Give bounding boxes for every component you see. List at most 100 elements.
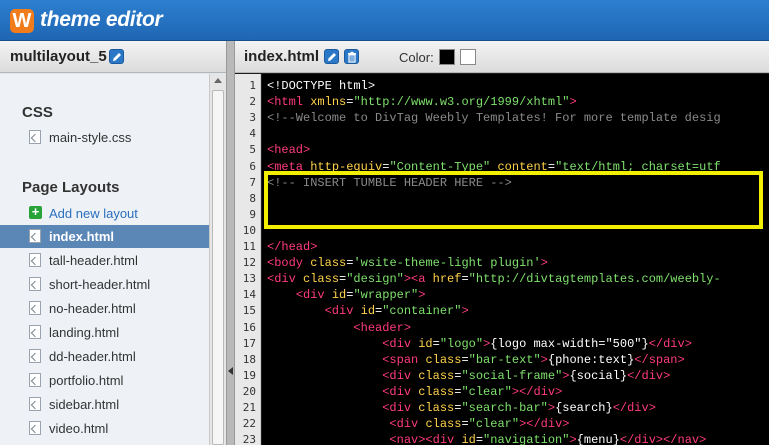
layout-file-item[interactable]: video.html (0, 417, 209, 440)
code-token: "http://divtagtemplates.com/weebly- (468, 272, 721, 287)
scroll-up-arrow-icon[interactable] (214, 78, 222, 83)
code-token: ></div> (511, 384, 563, 399)
file-icon (29, 373, 41, 387)
code-token: <div (382, 336, 419, 351)
code-token: "http://www.w3.org/1999/xhtml" (353, 95, 570, 110)
line-number: 12 (242, 256, 256, 270)
code-editor[interactable]: <!DOCTYPE html> <html xmlns="http://www.w… (262, 74, 769, 445)
line-number: 15 (242, 304, 256, 318)
line-number: 20 (242, 384, 256, 398)
color-label: Color: (399, 50, 434, 65)
code-line[interactable]: </head> (267, 239, 317, 255)
layout-file-item[interactable]: dd-header.html (0, 345, 209, 368)
code-line[interactable]: <html xmlns="http://www.w3.org/1999/xhtm… (267, 94, 577, 110)
pencil-icon (113, 53, 121, 61)
code-token: class (425, 352, 462, 367)
code-line[interactable]: <head> (267, 142, 310, 158)
code-line[interactable]: <div class="clear"></div> (267, 416, 569, 432)
code-line[interactable]: <div id="container"> (267, 303, 469, 319)
code-line[interactable]: <div id="wrapper"> (267, 287, 426, 303)
weebly-logo-icon: W (10, 9, 34, 33)
layout-file-item[interactable]: index.html (0, 225, 209, 248)
code-line[interactable]: <span class="bar-text">{phone:text}</spa… (267, 352, 685, 368)
code-token: > (569, 433, 577, 445)
line-number: 7 (249, 175, 256, 189)
css-section-title: CSS (22, 104, 53, 121)
code-token: <div (382, 384, 419, 399)
file-label: tall-header.html (49, 253, 138, 268)
line-number: 2 (249, 95, 256, 109)
editor-header: index.html Color: (235, 41, 769, 73)
code-token: "design" (346, 272, 404, 287)
layout-file-item[interactable]: short-header.html (0, 273, 209, 296)
code-token: </div></nav> (619, 433, 707, 445)
add-new-layout-link[interactable]: + Add new layout (0, 202, 209, 225)
code-token: "container" (382, 304, 462, 319)
code-token: > (569, 95, 577, 110)
css-file-item[interactable]: main-style.css (0, 126, 209, 149)
file-icon (29, 325, 41, 339)
code-token: id (461, 433, 476, 445)
code-token: </div> (648, 336, 692, 351)
code-token: class (310, 256, 347, 271)
code-token: {search} (555, 401, 613, 415)
code-token: 'wsite-theme-light plugin' (353, 256, 541, 271)
edit-project-name-button[interactable] (109, 49, 124, 64)
scrollbar-thumb[interactable] (212, 90, 224, 445)
code-line[interactable]: <body class='wsite-theme-light plugin'> (267, 255, 548, 271)
rename-file-button[interactable] (324, 49, 339, 64)
layout-file-item[interactable]: landing.html (0, 321, 209, 344)
code-token: {logo max-width="500"} (490, 336, 649, 351)
code-line[interactable]: <div class="search-bar">{search}</div> (267, 400, 656, 416)
code-token: > (547, 401, 556, 415)
line-number: 23 (242, 433, 256, 445)
code-token: "wrapper" (353, 288, 419, 303)
code-token: </div> (612, 401, 656, 415)
white-color-swatch[interactable] (460, 49, 476, 65)
file-label: no-header.html (49, 301, 136, 316)
code-token: = (461, 272, 469, 287)
layout-file-item[interactable]: sidebar.html (0, 393, 209, 416)
file-icon (29, 130, 41, 144)
layout-file-item[interactable]: no-header.html (0, 297, 209, 320)
sidebar-header: multilayout_5 (0, 41, 226, 73)
panel-splitter[interactable] (226, 41, 235, 445)
code-line[interactable]: <div class="design"><a href="http://divt… (267, 271, 721, 287)
code-token: > (418, 288, 426, 303)
layout-file-item[interactable]: portfolio.html (0, 369, 209, 392)
layout-file-item[interactable]: tall-header.html (0, 249, 209, 272)
code-token: "clear" (468, 417, 520, 432)
code-token: <nav><div (389, 433, 462, 445)
line-number: 13 (242, 272, 256, 286)
code-line[interactable]: <div class="clear"></div> (267, 384, 562, 400)
current-file-title: index.html (244, 48, 320, 65)
sidebar-scrollbar[interactable] (209, 74, 226, 445)
code-line[interactable]: <header> (267, 320, 411, 336)
code-token: <div (382, 401, 419, 415)
code-token: <div (324, 304, 361, 319)
code-line[interactable]: <div id="logo">{logo max-width="500"}</d… (267, 336, 692, 352)
code-token: href (432, 272, 462, 287)
code-token: <body (267, 256, 311, 271)
line-number: 4 (249, 127, 256, 141)
code-line[interactable]: <!--Welcome to DivTag Weebly Templates! … (267, 110, 721, 126)
code-line[interactable]: <div class="social-frame">{social}</div> (267, 368, 670, 384)
delete-file-button[interactable] (344, 49, 359, 64)
line-number: 11 (242, 240, 256, 253)
code-line[interactable]: <!DOCTYPE html> (267, 78, 375, 94)
code-token: > (461, 304, 469, 319)
code-token: <span (382, 352, 426, 367)
code-line[interactable]: <nav><div id="navigation">{menu}</div></… (267, 432, 706, 445)
code-token: id (331, 288, 347, 303)
line-number: 17 (242, 336, 256, 350)
code-token: = (475, 433, 484, 445)
black-color-swatch[interactable] (439, 49, 455, 65)
collapse-left-arrow-icon[interactable] (228, 367, 233, 375)
app-header: W theme editor (0, 0, 769, 41)
